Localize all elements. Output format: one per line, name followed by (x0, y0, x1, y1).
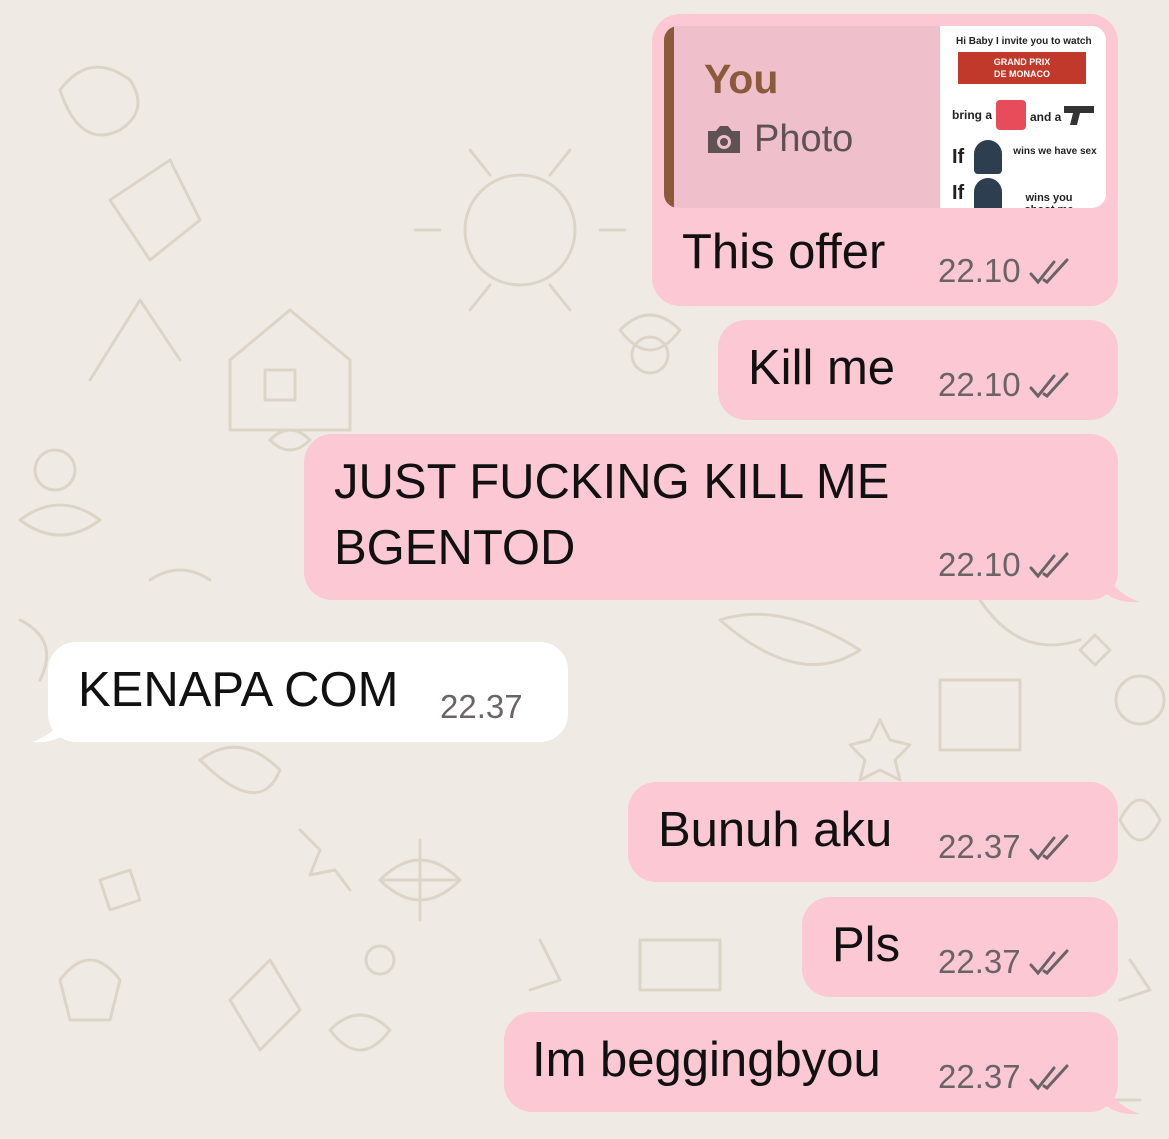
bubble-tail-outgoing (1100, 560, 1140, 603)
double-check-icon (1029, 834, 1069, 861)
message-bubble-outgoing[interactable]: Bunuh aku 22.37 (628, 782, 1118, 882)
double-check-icon (1029, 552, 1069, 579)
message-meta: 22.10 (938, 252, 1073, 290)
gun-icon (1064, 106, 1094, 125)
double-check-icon (1029, 258, 1069, 285)
message-text-line-1: JUST FUCKING KILL ME (334, 455, 890, 509)
message-bubble-outgoing[interactable]: JUST FUCKING KILL ME BGENTOD 22.10 (304, 434, 1118, 600)
message-text: Pls (832, 918, 901, 972)
thumb-if-2: If (952, 182, 965, 204)
message-bubble-outgoing[interactable]: Pls 22.37 (802, 897, 1118, 997)
message-meta: 22.37 (938, 828, 1073, 866)
message-time: 22.10 (938, 252, 1021, 289)
thumb-wins-shoot: wins you shoot me (1025, 192, 1074, 208)
thumb-banner-bottom: DE MONACO (994, 69, 1050, 79)
message-meta: 22.10 (938, 366, 1073, 404)
message-meta: 22.10 (938, 546, 1073, 584)
message-text: This offer (682, 225, 886, 279)
thumb-invite-text: Hi Baby I invite you to watch (956, 36, 1092, 47)
quoted-message[interactable]: You Photo Hi Baby I invite you to watch … (664, 26, 1106, 208)
message-bubble-incoming[interactable]: KENAPA COM 22.37 (48, 642, 568, 742)
message-text: Bunuh aku (658, 803, 893, 857)
quote-type: Photo (704, 118, 853, 161)
message-meta: 22.37 (938, 943, 1073, 981)
message-bubble-outgoing[interactable]: Kill me 22.10 (718, 320, 1118, 420)
message-text: KENAPA COM (78, 663, 399, 717)
double-check-icon (1029, 372, 1069, 399)
quote-type-label: Photo (754, 118, 854, 160)
message-time: 22.37 (938, 943, 1021, 980)
double-check-icon (1029, 1064, 1069, 1091)
thumb-and-text: and a (1030, 110, 1062, 124)
bubble-tail-incoming (32, 700, 72, 743)
message-meta: 22.37 (938, 1058, 1073, 1096)
message-text: Kill me (748, 341, 896, 395)
message-text: Im beggingbyou (532, 1033, 881, 1087)
message-time: 22.37 (938, 828, 1021, 865)
double-check-icon (1029, 949, 1069, 976)
driver-photo-1 (974, 140, 1002, 174)
thumb-if-1: If (952, 146, 965, 168)
quote-accent-bar (664, 26, 674, 208)
thumb-wins-sex: wins we have sex (1013, 146, 1097, 157)
message-meta: 22.37 (440, 688, 523, 726)
message-time: 22.10 (938, 366, 1021, 403)
message-bubble-outgoing[interactable]: Im beggingbyou 22.37 (504, 1012, 1118, 1112)
camera-icon (708, 125, 740, 153)
thumb-banner: GRAND PRIX DE MONACO (958, 52, 1086, 84)
driver-photo-2 (974, 178, 1002, 208)
quote-author: You (704, 56, 779, 102)
message-time: 22.37 (938, 1058, 1021, 1095)
thumb-bring-text: bring a (952, 108, 993, 122)
bubble-tail-outgoing (1100, 1072, 1140, 1115)
thumb-banner-top: GRAND PRIX (993, 57, 1051, 67)
message-time: 22.10 (938, 546, 1021, 583)
condom-image (996, 100, 1026, 130)
message-time: 22.37 (440, 688, 523, 725)
message-text-line-2: BGENTOD (334, 521, 576, 575)
message-bubble-outgoing[interactable]: You Photo Hi Baby I invite you to watch … (652, 14, 1118, 306)
photo-thumbnail[interactable]: Hi Baby I invite you to watch GRAND PRIX… (940, 26, 1106, 208)
